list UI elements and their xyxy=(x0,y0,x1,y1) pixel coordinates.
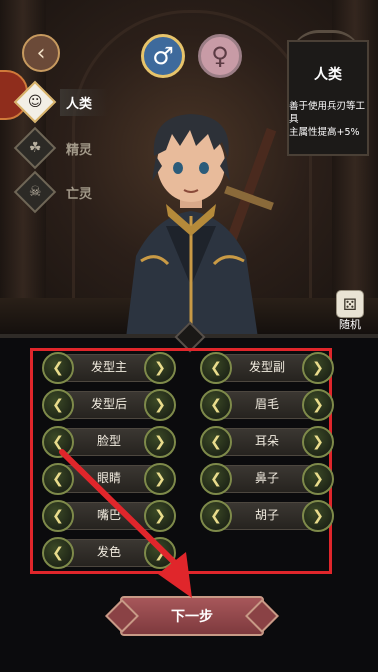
prev-arrow-button[interactable]: ❮ xyxy=(42,463,74,495)
chevron-left-icon: ❮ xyxy=(210,397,222,413)
human-icon: ☺ xyxy=(13,80,57,124)
prev-arrow-button[interactable]: ❮ xyxy=(200,426,232,458)
chevron-right-icon: ❯ xyxy=(312,434,324,450)
option-beard: 胡子 ❮ ❯ xyxy=(200,500,334,532)
option-label: 鼻子 xyxy=(254,471,279,485)
prev-arrow-button[interactable]: ❮ xyxy=(42,352,74,384)
chevron-right-icon: ❯ xyxy=(154,360,166,376)
random-button[interactable]: ⚄ xyxy=(336,290,364,318)
option-hair-back: 发型后 ❮ ❯ xyxy=(42,389,176,421)
prev-arrow-button[interactable]: ❮ xyxy=(200,500,232,532)
option-hair-main: 发型主 ❮ ❯ xyxy=(42,352,176,384)
chevron-right-icon: ❯ xyxy=(312,508,324,524)
dice-icon: ⚄ xyxy=(343,294,357,314)
back-chevron-icon: ‹ xyxy=(36,40,46,66)
option-hair-secondary: 发型副 ❮ ❯ xyxy=(200,352,334,384)
female-symbol-icon: ♀ xyxy=(211,42,229,70)
option-face: 脸型 ❮ ❯ xyxy=(42,426,176,458)
prev-arrow-button[interactable]: ❮ xyxy=(42,537,74,569)
next-arrow-button[interactable]: ❯ xyxy=(302,463,334,495)
prev-arrow-button[interactable]: ❮ xyxy=(42,426,74,458)
option-label: 眼睛 xyxy=(96,471,121,485)
chevron-right-icon: ❯ xyxy=(312,471,324,487)
option-label: 脸型 xyxy=(96,434,121,448)
race-info-line: 善于使用兵刃等工具 主属性提高+5% xyxy=(289,101,366,138)
race-option-undead[interactable]: ☠ 亡灵 xyxy=(13,170,108,214)
undead-icon: ☠ xyxy=(13,170,57,214)
prev-arrow-button[interactable]: ❮ xyxy=(200,389,232,421)
chevron-right-icon: ❯ xyxy=(154,508,166,524)
next-step-label: 下一步 xyxy=(171,609,213,625)
next-step-button[interactable]: 下一步 xyxy=(120,596,264,636)
option-label: 发型副 xyxy=(248,360,285,374)
race-label: 亡灵 xyxy=(66,186,93,202)
prev-arrow-button[interactable]: ❮ xyxy=(42,500,74,532)
race-info-title: 人类 xyxy=(314,67,342,83)
chevron-right-icon: ❯ xyxy=(154,471,166,487)
next-arrow-button[interactable]: ❯ xyxy=(144,426,176,458)
chevron-right-icon: ❯ xyxy=(154,397,166,413)
prev-arrow-button[interactable]: ❮ xyxy=(42,389,74,421)
male-gender-button[interactable]: ♂ xyxy=(141,34,185,78)
option-ears: 耳朵 ❮ ❯ xyxy=(200,426,334,458)
race-label: 人类 xyxy=(60,88,109,116)
option-label: 眉毛 xyxy=(254,397,279,411)
option-label: 耳朵 xyxy=(254,434,279,448)
back-button[interactable]: ‹ xyxy=(22,34,60,72)
chevron-left-icon: ❮ xyxy=(52,360,64,376)
chevron-left-icon: ❮ xyxy=(52,471,64,487)
chevron-left-icon: ❮ xyxy=(210,434,222,450)
character-preview xyxy=(126,114,277,338)
next-arrow-button[interactable]: ❯ xyxy=(144,352,176,384)
next-arrow-button[interactable]: ❯ xyxy=(144,500,176,532)
option-eyes: 眼睛 ❮ ❯ xyxy=(42,463,176,495)
chevron-left-icon: ❮ xyxy=(52,545,64,561)
prev-arrow-button[interactable]: ❮ xyxy=(200,463,232,495)
next-arrow-button[interactable]: ❯ xyxy=(302,426,334,458)
female-gender-button[interactable]: ♀ xyxy=(198,34,242,78)
prev-arrow-button[interactable]: ❮ xyxy=(200,352,232,384)
option-nose: 鼻子 ❮ ❯ xyxy=(200,463,334,495)
next-arrow-button[interactable]: ❯ xyxy=(302,352,334,384)
option-mouth: 嘴巴 ❮ ❯ xyxy=(42,500,176,532)
next-arrow-button[interactable]: ❯ xyxy=(144,463,176,495)
random-label: 随机 xyxy=(339,318,361,331)
chevron-left-icon: ❮ xyxy=(210,360,222,376)
race-label: 精灵 xyxy=(66,142,93,158)
option-label: 发色 xyxy=(96,545,121,559)
elf-icon: ☘ xyxy=(13,126,57,170)
option-label: 发型后 xyxy=(90,397,127,411)
chevron-left-icon: ❮ xyxy=(52,434,64,450)
chevron-left-icon: ❮ xyxy=(210,471,222,487)
race-info-description: 善于使用兵刃等工具 主属性提高+5% xyxy=(289,100,369,139)
next-arrow-button[interactable]: ❯ xyxy=(302,389,334,421)
option-hair-color: 发色 ❮ ❯ xyxy=(42,537,176,569)
option-label: 发型主 xyxy=(90,360,127,374)
chevron-right-icon: ❯ xyxy=(312,397,324,413)
option-label: 胡子 xyxy=(254,508,279,522)
next-arrow-button[interactable]: ❯ xyxy=(302,500,334,532)
chevron-left-icon: ❮ xyxy=(210,508,222,524)
next-arrow-button[interactable]: ❯ xyxy=(144,537,176,569)
chevron-right-icon: ❯ xyxy=(154,545,166,561)
chevron-left-icon: ❮ xyxy=(52,397,64,413)
race-option-human[interactable]: ☺ 人类 xyxy=(13,80,109,124)
chevron-left-icon: ❮ xyxy=(52,508,64,524)
male-symbol-icon: ♂ xyxy=(152,42,174,70)
race-option-elf[interactable]: ☘ 精灵 xyxy=(13,126,108,170)
next-arrow-button[interactable]: ❯ xyxy=(144,389,176,421)
option-label: 嘴巴 xyxy=(96,508,121,522)
option-eyebrows: 眉毛 ❮ ❯ xyxy=(200,389,334,421)
chevron-right-icon: ❯ xyxy=(154,434,166,450)
chevron-right-icon: ❯ xyxy=(312,360,324,376)
